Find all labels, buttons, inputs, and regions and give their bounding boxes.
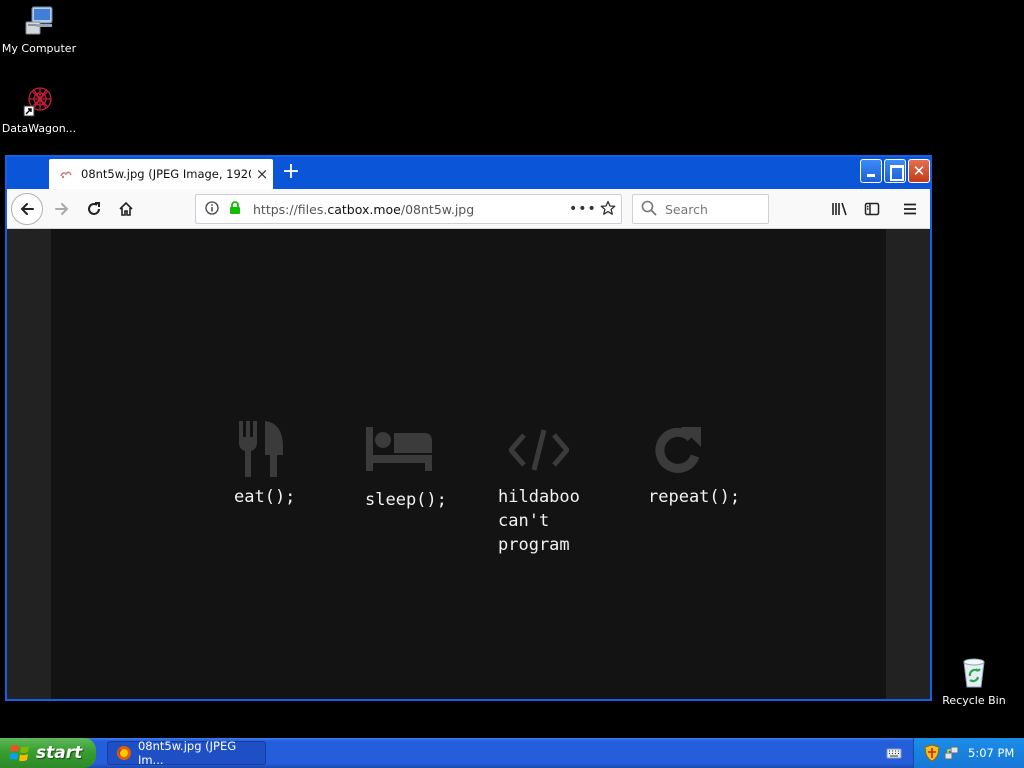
search-icon [641, 200, 659, 219]
url-prefix: https://files. [253, 201, 328, 217]
taskbar-item-label: 08nt5w.jpg (JPEG Im... [137, 739, 237, 767]
url-text[interactable]: https://files.catbox.moe/08nt5w.jpg [253, 202, 569, 217]
url-domain: catbox.moe [327, 201, 401, 217]
taskbar: start 08nt5w.jpg (JPEG Im... 5:07 PM [0, 738, 1024, 768]
step-sleep-label: sleep(); [365, 490, 447, 510]
code-icon [509, 429, 569, 471]
library-button[interactable] [825, 194, 855, 224]
desktop-icon-recycle-bin[interactable]: Recycle Bin [935, 656, 1013, 707]
displayed-image: eat(); sleep(); hildaboo can't program r… [51, 229, 886, 699]
desktop-icon-my-computer[interactable]: My Computer [0, 4, 78, 55]
hamburger-menu-button[interactable] [895, 194, 925, 224]
close-button[interactable]: ✕ [908, 159, 930, 183]
desktop-icon-datawagon[interactable]: DataWagon... [0, 84, 78, 135]
fork-knife-icon [239, 421, 283, 477]
repeat-icon [655, 427, 701, 473]
desktop-icon-label: DataWagon... [1, 122, 77, 135]
step-code-label: hildaboo can't program [498, 485, 580, 557]
firefox-window: 08nt5w.jpg (JPEG Image, 1920 × + ✕ https… [5, 155, 932, 701]
step-code-line-2: can't [498, 511, 550, 531]
start-button[interactable]: start [0, 738, 96, 768]
title-bar[interactable]: 08nt5w.jpg (JPEG Image, 1920 × + ✕ [7, 157, 930, 189]
start-label: start [36, 743, 83, 763]
maximize-button[interactable] [884, 159, 906, 183]
navigation-toolbar: https://files.catbox.moe/08nt5w.jpg ••• … [7, 189, 930, 229]
minimize-button[interactable] [860, 159, 882, 183]
windows-flag-icon [10, 745, 29, 762]
step-code-line-3: program [498, 535, 570, 555]
computer-icon [22, 4, 56, 38]
datawagon-shortcut-icon [22, 84, 56, 118]
page-content: eat(); sleep(); hildaboo can't program r… [7, 229, 930, 699]
recycle-bin-icon [957, 656, 991, 690]
back-button[interactable] [11, 193, 43, 225]
step-repeat-label: repeat(); [648, 487, 741, 507]
network-icon[interactable] [944, 744, 960, 762]
library-icon [832, 202, 847, 216]
security-shield-icon[interactable] [924, 744, 940, 762]
tab-active[interactable]: 08nt5w.jpg (JPEG Image, 1920 × [49, 159, 273, 189]
desktop-icon-label: Recycle Bin [942, 694, 1006, 707]
firefox-icon [116, 746, 131, 760]
home-button[interactable] [111, 194, 141, 224]
step-eat-label: eat(); [234, 487, 296, 507]
clock[interactable]: 5:07 PM [968, 746, 1014, 760]
lock-icon[interactable] [229, 200, 243, 218]
search-box[interactable]: Search [632, 194, 769, 224]
arrow-right-icon [55, 203, 69, 215]
page-actions-menu-icon[interactable]: ••• [569, 201, 596, 217]
sidebar-icon [864, 202, 880, 216]
bed-icon [366, 427, 432, 471]
new-tab-button[interactable]: + [279, 161, 303, 185]
url-bar[interactable]: https://files.catbox.moe/08nt5w.jpg ••• [195, 194, 622, 224]
url-path: /08nt5w.jpg [400, 201, 475, 217]
reload-button[interactable] [79, 194, 109, 224]
search-placeholder: Search [665, 201, 708, 217]
image-favicon-icon [59, 167, 73, 181]
hamburger-icon [904, 203, 916, 215]
arrow-left-icon [20, 203, 34, 215]
desktop-icon-label: My Computer [1, 42, 77, 55]
system-tray: 5:07 PM [913, 738, 1024, 768]
taskbar-item-firefox[interactable]: 08nt5w.jpg (JPEG Im... [107, 739, 266, 767]
home-icon [119, 201, 133, 216]
forward-button[interactable] [47, 194, 77, 224]
info-icon[interactable] [205, 200, 221, 218]
keyboard-icon[interactable] [886, 745, 902, 761]
tab-close-icon[interactable]: × [251, 165, 273, 183]
step-code-line-1: hildaboo [498, 487, 580, 507]
sidebar-button[interactable] [857, 194, 887, 224]
desktop: My Computer DataWagon... Recycle Bin 08n… [0, 0, 1024, 738]
tab-title: 08nt5w.jpg (JPEG Image, 1920 [81, 167, 251, 181]
bookmark-star-icon[interactable] [595, 200, 621, 219]
reload-icon [88, 202, 100, 215]
